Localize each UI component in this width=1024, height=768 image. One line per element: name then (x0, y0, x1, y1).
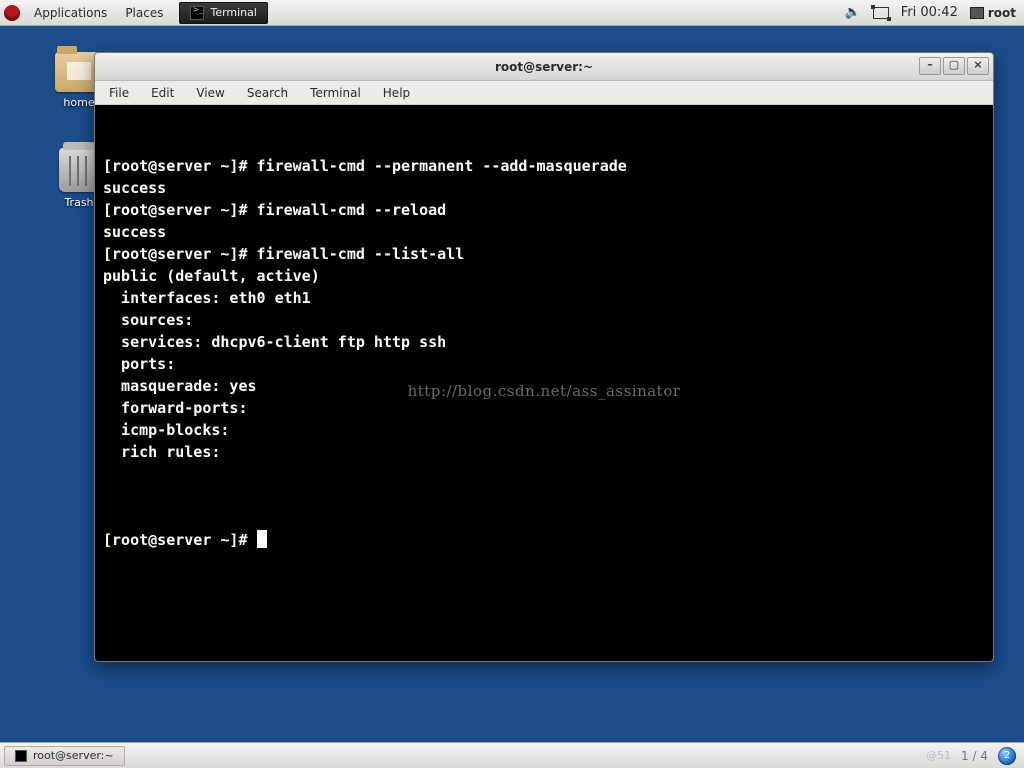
window-maximize-button[interactable]: ▢ (943, 57, 965, 75)
network-icon[interactable] (873, 7, 889, 19)
terminal-line: success (103, 221, 985, 243)
clock[interactable]: Fri 00:42 (901, 5, 958, 20)
terminal-icon (190, 6, 204, 20)
bottom-panel-right: @51 1 / 4 2 (926, 747, 1024, 765)
terminal-line: [root@server ~]# firewall-cmd --permanen… (103, 155, 985, 177)
places-menu[interactable]: Places (117, 2, 171, 24)
menu-help[interactable]: Help (373, 83, 420, 103)
terminal-line: [root@server ~]# firewall-cmd --list-all (103, 243, 985, 265)
terminal-line: icmp-blocks: (103, 419, 985, 441)
terminal-prompt: [root@server ~]# (103, 531, 257, 549)
terminal-cursor (257, 530, 267, 548)
terminal-prompt-line: [root@server ~]# (103, 529, 985, 551)
user-menu[interactable]: root (970, 6, 1016, 20)
terminal-menubar: File Edit View Search Terminal Help (95, 81, 993, 105)
workspace-switcher[interactable]: 2 (998, 747, 1016, 765)
corner-faint-text: @51 (926, 749, 951, 762)
volume-icon[interactable]: 🔈 (845, 5, 861, 20)
terminal-output[interactable]: [root@server ~]# firewall-cmd --permanen… (95, 105, 993, 661)
terminal-line: services: dhcpv6-client ftp http ssh (103, 331, 985, 353)
window-buttons: – ▢ × (919, 57, 989, 75)
terminal-line: [root@server ~]# firewall-cmd --reload (103, 199, 985, 221)
menu-file[interactable]: File (99, 83, 139, 103)
terminal-line: success (103, 177, 985, 199)
top-panel: Applications Places Terminal 🔈 Fri 00:42… (0, 0, 1024, 26)
terminal-window: root@server:~ – ▢ × File Edit View Searc… (94, 52, 994, 662)
terminal-line: forward-ports: (103, 397, 985, 419)
distro-logo-icon (4, 5, 20, 21)
menu-search[interactable]: Search (237, 83, 298, 103)
menu-edit[interactable]: Edit (141, 83, 184, 103)
menu-terminal[interactable]: Terminal (300, 83, 371, 103)
menu-view[interactable]: View (186, 83, 234, 103)
trash-icon (59, 148, 99, 192)
panel-task-terminal-label: Terminal (210, 6, 257, 19)
terminal-icon (15, 750, 27, 762)
user-label: root (988, 6, 1016, 20)
panel-task-terminal[interactable]: Terminal (179, 2, 268, 24)
terminal-line (103, 463, 985, 485)
top-panel-right: 🔈 Fri 00:42 root (845, 5, 1024, 20)
terminal-line: rich rules: (103, 441, 985, 463)
terminal-line: masquerade: yes (103, 375, 985, 397)
window-minimize-button[interactable]: – (919, 57, 941, 75)
window-titlebar[interactable]: root@server:~ – ▢ × (95, 53, 993, 81)
taskbar-item-terminal-label: root@server:~ (33, 749, 114, 762)
user-icon (970, 7, 984, 19)
window-title: root@server:~ (495, 60, 593, 74)
terminal-line: ports: (103, 353, 985, 375)
top-panel-left: Applications Places Terminal (0, 2, 268, 24)
terminal-line: public (default, active) (103, 265, 985, 287)
workspace-pager-label: 1 / 4 (961, 749, 988, 763)
taskbar-item-terminal[interactable]: root@server:~ (4, 746, 125, 766)
terminal-line: sources: (103, 309, 985, 331)
applications-menu[interactable]: Applications (26, 2, 115, 24)
bottom-panel: root@server:~ @51 1 / 4 2 (0, 742, 1024, 768)
terminal-line: interfaces: eth0 eth1 (103, 287, 985, 309)
window-close-button[interactable]: × (967, 57, 989, 75)
